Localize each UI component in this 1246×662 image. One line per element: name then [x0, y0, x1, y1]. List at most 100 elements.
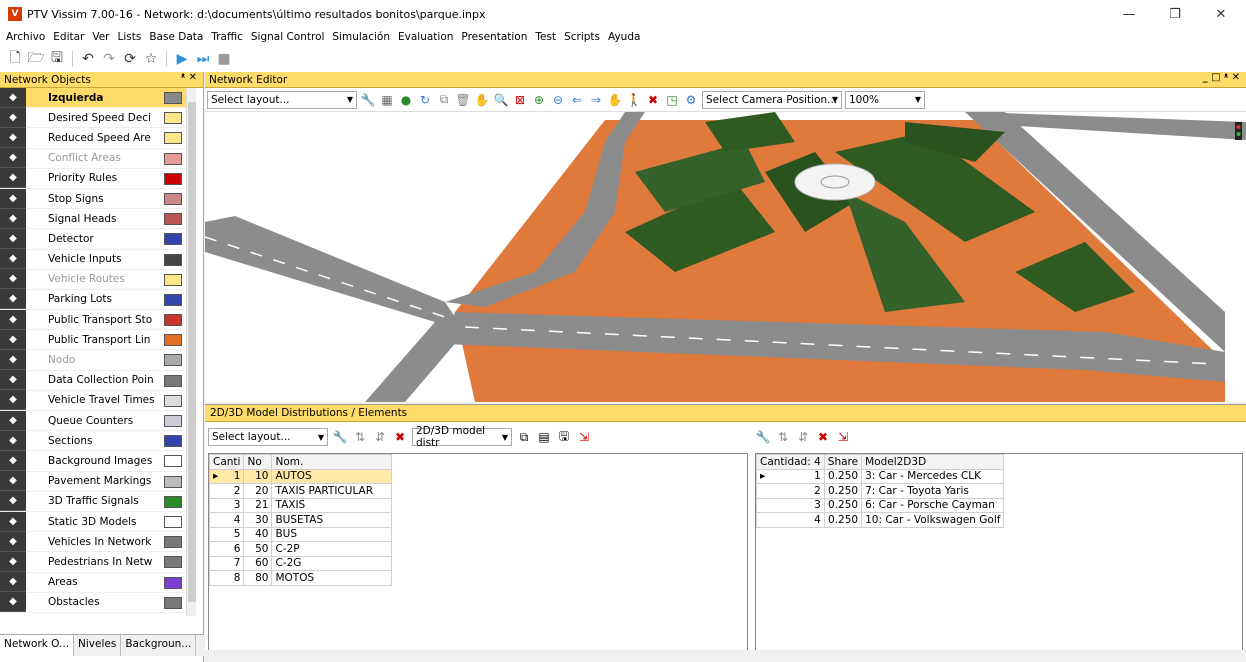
network-object-item[interactable]: ◆ Izquierda — [0, 88, 196, 109]
table-row[interactable]: 3 0.250 6: Car - Porsche Cayman — [756, 497, 1005, 513]
database-icon[interactable]: ▤ — [536, 429, 552, 445]
sort-asc-icon[interactable]: ⇅ — [352, 429, 368, 445]
network-object-item[interactable]: ◆ Sections — [0, 430, 196, 452]
visibility-toggle-swatch[interactable] — [164, 213, 182, 226]
network-object-item[interactable]: ◆ Vehicle Travel Times — [0, 390, 196, 411]
cell-nom[interactable]: C-2P — [271, 541, 393, 557]
col-canti[interactable]: Canti — [208, 454, 245, 470]
menu-lists[interactable]: Lists — [114, 31, 146, 43]
play-icon[interactable]: ▶ — [173, 50, 191, 68]
visibility-toggle-swatch[interactable] — [164, 314, 182, 327]
visibility-toggle-swatch[interactable] — [164, 132, 182, 145]
delete-icon[interactable]: 🗑 — [455, 92, 471, 108]
menu-simulacion[interactable]: Simulación — [328, 31, 394, 43]
visibility-toggle-swatch[interactable] — [164, 495, 182, 508]
cell-no[interactable]: 20 — [243, 483, 273, 499]
cell-no[interactable]: 50 — [243, 541, 273, 557]
cell-share[interactable]: 0.250 — [823, 468, 863, 484]
menu-presentation[interactable]: Presentation — [457, 31, 531, 43]
minimize-button[interactable]: — — [1106, 0, 1152, 28]
cell-share[interactable]: 0.250 — [823, 483, 863, 499]
sort-desc-icon[interactable]: ⇵ — [372, 429, 388, 445]
col-share[interactable]: Share — [823, 454, 863, 470]
hand-icon[interactable]: ✋ — [607, 92, 623, 108]
network-object-item[interactable]: ◆ Obstacles — [0, 592, 196, 613]
menu-archivo[interactable]: Archivo — [2, 31, 49, 43]
menu-ver[interactable]: Ver — [88, 31, 113, 43]
undo-icon[interactable]: ↶ — [79, 50, 97, 68]
col-model2d3d[interactable]: Model2D3D — [861, 454, 1005, 470]
visibility-toggle-swatch[interactable] — [164, 192, 182, 205]
export-icon[interactable]: ⇲ — [835, 429, 851, 445]
tab-network-objects[interactable]: Network O... — [0, 635, 75, 656]
visibility-toggle-swatch[interactable] — [164, 515, 182, 528]
cell-nom[interactable]: C-2G — [271, 555, 393, 571]
network-object-item[interactable]: ◆ Public Transport Sto — [0, 309, 196, 331]
tab-background[interactable]: Backgroun... — [121, 635, 197, 656]
back-arrow-icon[interactable]: ⇐ — [569, 92, 585, 108]
network-object-item[interactable]: ◆ Queue Counters — [0, 410, 196, 432]
sort-asc-icon[interactable]: ⇅ — [775, 429, 791, 445]
cell-share[interactable]: 0.250 — [823, 497, 863, 513]
network-object-item[interactable]: ◆ Pavement Markings — [0, 471, 196, 492]
copy-icon[interactable]: ⧉ — [436, 92, 452, 108]
layout-select[interactable]: Select layout... ▼ — [207, 90, 357, 109]
network-object-item[interactable]: ◆ Areas — [0, 572, 196, 593]
zoom-select[interactable]: 100% ▼ — [845, 90, 925, 109]
step-icon[interactable]: ⏭ — [194, 50, 212, 68]
visibility-toggle-swatch[interactable] — [164, 536, 182, 549]
visibility-toggle-swatch[interactable] — [164, 374, 182, 387]
new-file-icon[interactable]: 🗋 — [6, 50, 24, 68]
table-row[interactable]: 2 0.250 7: Car - Toyota Yaris — [756, 483, 1005, 499]
visibility-toggle-swatch[interactable] — [164, 415, 182, 427]
table-row[interactable]: ▸ 1 10 AUTOS — [208, 468, 393, 484]
menu-test[interactable]: Test — [531, 31, 560, 43]
network-object-item[interactable]: ◆ Vehicle Routes — [0, 269, 196, 290]
save-icon[interactable]: 🖫 — [556, 429, 572, 445]
visibility-toggle-swatch[interactable] — [164, 556, 182, 569]
cell-no[interactable]: 80 — [243, 570, 273, 586]
network-object-item[interactable]: ◆ 3D Traffic Signals — [0, 491, 196, 512]
traffic-light-icon[interactable] — [1235, 122, 1242, 140]
scroll-thumb[interactable] — [188, 102, 196, 602]
table-row[interactable]: 6 50 C-2P — [208, 541, 393, 557]
network-object-item[interactable]: ◆ Stop Signs — [0, 188, 196, 210]
col-no[interactable]: No — [243, 454, 273, 470]
zoom-in-icon[interactable]: ⊕ — [531, 92, 547, 108]
copy-icon[interactable]: ⧉ — [516, 429, 532, 445]
table-row[interactable]: 7 60 C-2G — [208, 555, 393, 571]
rotate-view-icon[interactable]: ↻ — [417, 92, 433, 108]
cell-model[interactable]: 7: Car - Toyota Yaris — [861, 483, 1005, 499]
visibility-toggle-swatch[interactable] — [164, 273, 182, 286]
pan-hand-icon[interactable]: ✋ — [474, 92, 490, 108]
network-object-item[interactable]: ◆ Vehicles In Network — [0, 531, 196, 553]
close-button[interactable]: ✕ — [1198, 0, 1244, 28]
save-icon[interactable]: 🖫 — [48, 50, 66, 68]
3d-network-view[interactable] — [205, 112, 1246, 402]
wrench-icon[interactable]: 🔧 — [755, 429, 771, 445]
menu-base-data[interactable]: Base Data — [145, 31, 207, 43]
visibility-toggle-swatch[interactable] — [164, 253, 182, 266]
network-object-item[interactable]: ◆ Data Collection Poin — [0, 370, 196, 391]
visibility-toggle-swatch[interactable] — [164, 596, 182, 609]
rotate-icon[interactable]: ⟳ — [121, 50, 139, 68]
network-object-item[interactable]: ◆ Conflict Areas — [0, 148, 196, 169]
menu-evaluation[interactable]: Evaluation — [394, 31, 457, 43]
cell-nom[interactable]: MOTOS — [271, 570, 393, 586]
table-row[interactable]: 8 80 MOTOS — [208, 570, 393, 586]
visibility-toggle-swatch[interactable] — [164, 475, 182, 488]
zoom-out-icon[interactable]: ⊖ — [550, 92, 566, 108]
sync-icon[interactable]: ✖ — [392, 429, 408, 445]
favorite-icon[interactable]: ☆ — [142, 50, 160, 68]
restore-button[interactable]: ❐ — [1152, 0, 1198, 28]
network-object-item[interactable]: ◆ Signal Heads — [0, 208, 196, 230]
redo-icon[interactable]: ↷ — [100, 50, 118, 68]
camera-icon[interactable]: ⚙ — [683, 92, 699, 108]
cell-no[interactable]: 21 — [243, 497, 273, 513]
table-row[interactable]: 2 20 TAXIS PARTICULAR — [208, 483, 393, 499]
forward-arrow-icon[interactable]: ⇒ — [588, 92, 604, 108]
network-object-item[interactable]: ◆ Pedestrians In Netw — [0, 551, 196, 573]
network-object-item[interactable]: ◆ Static 3D Models — [0, 511, 196, 533]
cell-no[interactable]: 60 — [243, 555, 273, 571]
zoom-all-icon[interactable]: ⊠ — [512, 92, 528, 108]
